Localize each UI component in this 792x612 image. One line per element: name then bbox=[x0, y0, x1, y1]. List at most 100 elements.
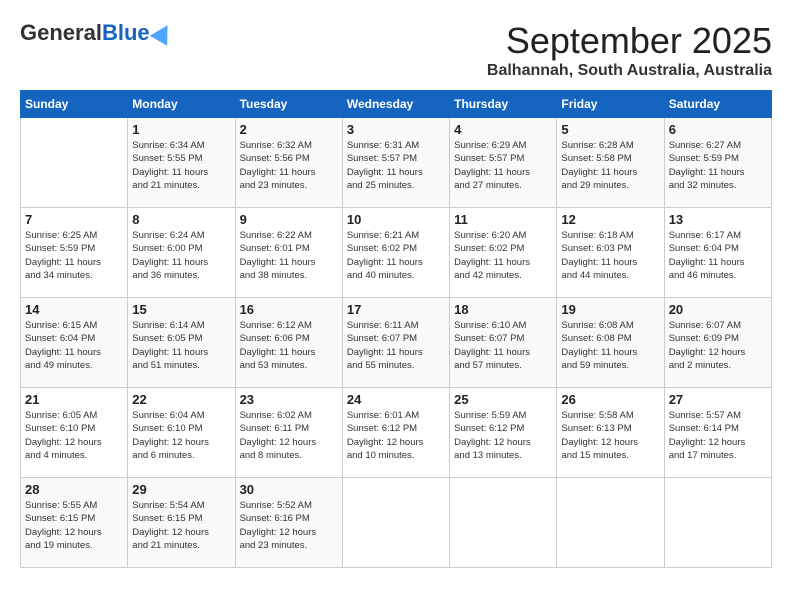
day-info: Sunrise: 6:12 AMSunset: 6:06 PMDaylight:… bbox=[240, 319, 338, 372]
day-info: Sunrise: 5:58 AMSunset: 6:13 PMDaylight:… bbox=[561, 409, 659, 462]
day-info: Sunrise: 5:59 AMSunset: 6:12 PMDaylight:… bbox=[454, 409, 552, 462]
calendar-cell: 16 Sunrise: 6:12 AMSunset: 6:06 PMDayligh… bbox=[235, 298, 342, 388]
logo-triangle-icon bbox=[149, 20, 175, 46]
calendar-cell: 24 Sunrise: 6:01 AMSunset: 6:12 PMDayligh… bbox=[342, 388, 449, 478]
day-number: 17 bbox=[347, 302, 445, 317]
day-info: Sunrise: 5:55 AMSunset: 6:15 PMDaylight:… bbox=[25, 499, 123, 552]
day-number: 8 bbox=[132, 212, 230, 227]
day-number: 11 bbox=[454, 212, 552, 227]
calendar-cell: 15Sunrise: 6:14 AMSunset: 6:05 PMDayligh… bbox=[128, 298, 235, 388]
calendar-cell: 21 Sunrise: 6:05 AMSunset: 6:10 PMDayligh… bbox=[21, 388, 128, 478]
day-info: Sunrise: 6:32 AMSunset: 5:56 PMDaylight:… bbox=[240, 139, 338, 192]
calendar-week-row: 21 Sunrise: 6:05 AMSunset: 6:10 PMDayligh… bbox=[21, 388, 772, 478]
day-info: Sunrise: 6:08 AMSunset: 6:08 PMDaylight:… bbox=[561, 319, 659, 372]
day-number: 18 bbox=[454, 302, 552, 317]
day-number: 14 bbox=[25, 302, 123, 317]
title-block: September 2025 Balhannah, South Australi… bbox=[487, 20, 772, 80]
weekday-header-cell: Friday bbox=[557, 91, 664, 118]
calendar-cell: 13 Sunrise: 6:17 AMSunset: 6:04 PMDayligh… bbox=[664, 208, 771, 298]
day-info: Sunrise: 6:14 AMSunset: 6:05 PMDaylight:… bbox=[132, 319, 230, 372]
weekday-header-cell: Saturday bbox=[664, 91, 771, 118]
day-info: Sunrise: 6:02 AMSunset: 6:11 PMDaylight:… bbox=[240, 409, 338, 462]
calendar-cell: 4Sunrise: 6:29 AMSunset: 5:57 PMDaylight… bbox=[450, 118, 557, 208]
calendar-cell: 14 Sunrise: 6:15 AMSunset: 6:04 PMDayligh… bbox=[21, 298, 128, 388]
location-text: Balhannah, South Australia, Australia bbox=[487, 62, 772, 80]
day-number: 22 bbox=[132, 392, 230, 407]
calendar-cell: 17 Sunrise: 6:11 AMSunset: 6:07 PMDayligh… bbox=[342, 298, 449, 388]
calendar-cell: 28 Sunrise: 5:55 AMSunset: 6:15 PMDayligh… bbox=[21, 478, 128, 568]
day-number: 20 bbox=[669, 302, 767, 317]
day-info: Sunrise: 6:04 AMSunset: 6:10 PMDaylight:… bbox=[132, 409, 230, 462]
logo-general-text: General bbox=[20, 20, 102, 46]
calendar-cell bbox=[557, 478, 664, 568]
logo-blue-text: Blue bbox=[102, 20, 150, 46]
day-info: Sunrise: 6:24 AMSunset: 6:00 PMDaylight:… bbox=[132, 229, 230, 282]
weekday-header-cell: Thursday bbox=[450, 91, 557, 118]
calendar-cell: 11 Sunrise: 6:20 AMSunset: 6:02 PMDayligh… bbox=[450, 208, 557, 298]
calendar-cell bbox=[342, 478, 449, 568]
day-number: 23 bbox=[240, 392, 338, 407]
calendar-cell: 6 Sunrise: 6:27 AMSunset: 5:59 PMDaylight… bbox=[664, 118, 771, 208]
day-info: Sunrise: 6:18 AMSunset: 6:03 PMDaylight:… bbox=[561, 229, 659, 282]
calendar-week-row: 28 Sunrise: 5:55 AMSunset: 6:15 PMDayligh… bbox=[21, 478, 772, 568]
day-info: Sunrise: 6:31 AMSunset: 5:57 PMDaylight:… bbox=[347, 139, 445, 192]
logo: GeneralBlue bbox=[20, 20, 173, 46]
day-number: 13 bbox=[669, 212, 767, 227]
weekday-header-cell: Wednesday bbox=[342, 91, 449, 118]
day-info: Sunrise: 5:52 AMSunset: 6:16 PMDaylight:… bbox=[240, 499, 338, 552]
calendar-cell bbox=[21, 118, 128, 208]
day-info: Sunrise: 6:01 AMSunset: 6:12 PMDaylight:… bbox=[347, 409, 445, 462]
weekday-header-cell: Sunday bbox=[21, 91, 128, 118]
calendar-cell: 26 Sunrise: 5:58 AMSunset: 6:13 PMDayligh… bbox=[557, 388, 664, 478]
calendar-cell: 25 Sunrise: 5:59 AMSunset: 6:12 PMDayligh… bbox=[450, 388, 557, 478]
calendar-cell: 9Sunrise: 6:22 AMSunset: 6:01 PMDaylight… bbox=[235, 208, 342, 298]
month-title: September 2025 bbox=[487, 20, 772, 62]
day-number: 16 bbox=[240, 302, 338, 317]
day-number: 26 bbox=[561, 392, 659, 407]
calendar-cell: 18 Sunrise: 6:10 AMSunset: 6:07 PMDayligh… bbox=[450, 298, 557, 388]
calendar-cell: 2Sunrise: 6:32 AMSunset: 5:56 PMDaylight… bbox=[235, 118, 342, 208]
day-number: 25 bbox=[454, 392, 552, 407]
day-info: Sunrise: 6:11 AMSunset: 6:07 PMDaylight:… bbox=[347, 319, 445, 372]
calendar-cell bbox=[664, 478, 771, 568]
day-info: Sunrise: 6:07 AMSunset: 6:09 PMDaylight:… bbox=[669, 319, 767, 372]
day-number: 5 bbox=[561, 122, 659, 137]
day-number: 27 bbox=[669, 392, 767, 407]
day-info: Sunrise: 6:17 AMSunset: 6:04 PMDaylight:… bbox=[669, 229, 767, 282]
day-info: Sunrise: 5:54 AMSunset: 6:15 PMDaylight:… bbox=[132, 499, 230, 552]
calendar-body: 1Sunrise: 6:34 AMSunset: 5:55 PMDaylight… bbox=[21, 118, 772, 568]
day-number: 21 bbox=[25, 392, 123, 407]
calendar-cell: 30 Sunrise: 5:52 AMSunset: 6:16 PMDayligh… bbox=[235, 478, 342, 568]
day-number: 9 bbox=[240, 212, 338, 227]
calendar-week-row: 7 Sunrise: 6:25 AMSunset: 5:59 PMDaylight… bbox=[21, 208, 772, 298]
calendar-table: SundayMondayTuesdayWednesdayThursdayFrid… bbox=[20, 90, 772, 568]
calendar-week-row: 1Sunrise: 6:34 AMSunset: 5:55 PMDaylight… bbox=[21, 118, 772, 208]
day-info: Sunrise: 6:27 AMSunset: 5:59 PMDaylight:… bbox=[669, 139, 767, 192]
day-number: 7 bbox=[25, 212, 123, 227]
day-info: Sunrise: 6:21 AMSunset: 6:02 PMDaylight:… bbox=[347, 229, 445, 282]
calendar-cell: 10 Sunrise: 6:21 AMSunset: 6:02 PMDayligh… bbox=[342, 208, 449, 298]
calendar-cell: 12 Sunrise: 6:18 AMSunset: 6:03 PMDayligh… bbox=[557, 208, 664, 298]
day-number: 24 bbox=[347, 392, 445, 407]
weekday-header-cell: Monday bbox=[128, 91, 235, 118]
day-number: 10 bbox=[347, 212, 445, 227]
day-info: Sunrise: 6:20 AMSunset: 6:02 PMDaylight:… bbox=[454, 229, 552, 282]
day-info: Sunrise: 6:05 AMSunset: 6:10 PMDaylight:… bbox=[25, 409, 123, 462]
day-number: 3 bbox=[347, 122, 445, 137]
day-number: 6 bbox=[669, 122, 767, 137]
day-number: 29 bbox=[132, 482, 230, 497]
calendar-cell bbox=[450, 478, 557, 568]
day-number: 19 bbox=[561, 302, 659, 317]
weekday-header-cell: Tuesday bbox=[235, 91, 342, 118]
calendar-cell: 19 Sunrise: 6:08 AMSunset: 6:08 PMDayligh… bbox=[557, 298, 664, 388]
day-info: Sunrise: 6:15 AMSunset: 6:04 PMDaylight:… bbox=[25, 319, 123, 372]
day-info: Sunrise: 6:25 AMSunset: 5:59 PMDaylight:… bbox=[25, 229, 123, 282]
day-number: 30 bbox=[240, 482, 338, 497]
calendar-week-row: 14 Sunrise: 6:15 AMSunset: 6:04 PMDayligh… bbox=[21, 298, 772, 388]
day-number: 12 bbox=[561, 212, 659, 227]
day-info: Sunrise: 6:34 AMSunset: 5:55 PMDaylight:… bbox=[132, 139, 230, 192]
day-info: Sunrise: 6:10 AMSunset: 6:07 PMDaylight:… bbox=[454, 319, 552, 372]
day-number: 28 bbox=[25, 482, 123, 497]
calendar-cell: 22 Sunrise: 6:04 AMSunset: 6:10 PMDayligh… bbox=[128, 388, 235, 478]
weekday-header-row: SundayMondayTuesdayWednesdayThursdayFrid… bbox=[21, 91, 772, 118]
